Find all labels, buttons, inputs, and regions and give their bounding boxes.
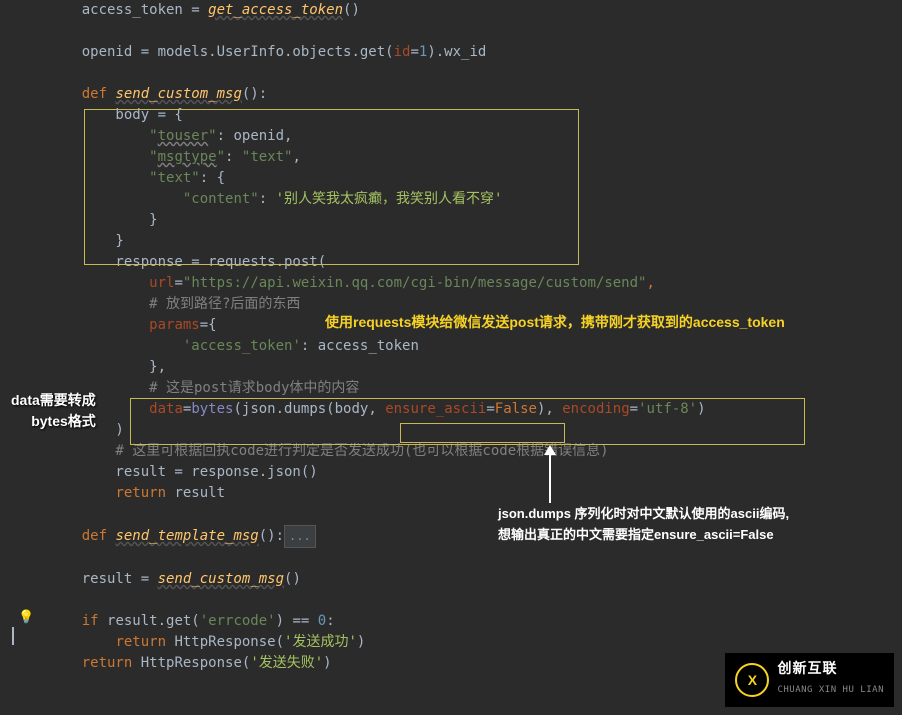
code-line[interactable]: # 这里可根据回执code进行判定是否发送成功(也可以根据code根据错误信息) — [20, 441, 902, 462]
fold-marker[interactable]: ... — [284, 525, 316, 548]
logo-icon: X — [735, 663, 769, 697]
code-line[interactable] — [20, 21, 902, 42]
code-line[interactable]: openid = models.UserInfo.objects.get(id=… — [20, 42, 902, 63]
annotation-json-dumps: json.dumps 序列化时对中文默认使用的ascii编码, 想输出真正的中文… — [498, 503, 789, 545]
code-line[interactable]: return result — [20, 483, 902, 504]
code-editor[interactable]: access_token = get_access_token() openid… — [0, 0, 902, 674]
code-line[interactable] — [20, 590, 902, 611]
code-line[interactable]: "text": { — [20, 168, 902, 189]
code-line[interactable]: } — [20, 210, 902, 231]
code-line[interactable]: }, — [20, 357, 902, 378]
brand-logo: X 创新互联 CHUANG XIN HU LIAN — [725, 653, 894, 707]
code-line[interactable]: if result.get('errcode') == 0: — [20, 611, 902, 632]
code-line[interactable]: # 这是post请求body体中的内容 — [20, 378, 902, 399]
code-line[interactable] — [20, 548, 902, 569]
code-line[interactable]: "content": '别人笑我太疯癫，我笑别人看不穿' — [20, 189, 902, 210]
lightbulb-icon[interactable]: 💡 — [18, 607, 34, 628]
annotation-requests: 使用requests模块给微信发送post请求，携带刚才获取到的access_t… — [325, 312, 785, 333]
code-line[interactable] — [20, 63, 902, 84]
code-line[interactable]: access_token = get_access_token() — [20, 0, 902, 21]
code-line[interactable]: def send_custom_msg(): — [20, 84, 902, 105]
code-line[interactable]: url="https://api.weixin.qq.com/cgi-bin/m… — [20, 273, 902, 294]
logo-subtext: CHUANG XIN HU LIAN — [777, 680, 884, 701]
code-line[interactable]: body = { — [20, 105, 902, 126]
code-line[interactable]: result = response.json() — [20, 462, 902, 483]
code-line[interactable]: result = send_custom_msg() — [20, 569, 902, 590]
code-line[interactable]: ) — [20, 420, 902, 441]
code-line[interactable]: return HttpResponse('发送成功') — [20, 632, 902, 653]
code-line[interactable]: response = requests.post( — [20, 252, 902, 273]
text-caret — [12, 627, 14, 645]
code-line[interactable]: data=bytes(json.dumps(body, ensure_ascii… — [20, 399, 902, 420]
code-line[interactable]: "msgtype": "text", — [20, 147, 902, 168]
logo-text: 创新互联 — [777, 659, 884, 680]
code-line[interactable]: } — [20, 231, 902, 252]
annotation-bytes: data需要转成 bytes格式 — [11, 390, 96, 432]
code-line[interactable]: "touser": openid, — [20, 126, 902, 147]
code-line[interactable]: 'access_token': access_token — [20, 336, 902, 357]
